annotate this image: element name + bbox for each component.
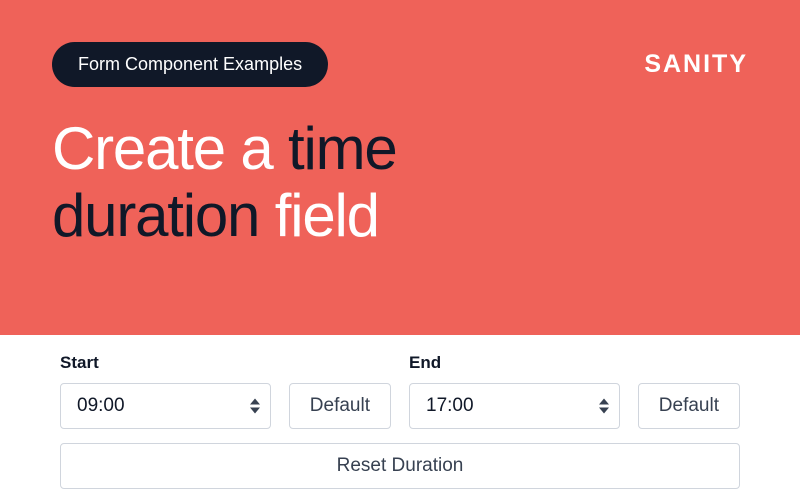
category-pill-text: Form Component Examples — [78, 54, 302, 74]
brand-logo: SANITY — [644, 50, 748, 79]
duration-row: Start 09:00 Default End 17:00 — [60, 353, 740, 429]
end-field: End 17:00 — [409, 353, 620, 429]
end-default-button[interactable]: Default — [638, 383, 740, 429]
headline-word-1: Create a — [52, 115, 273, 182]
headline-word-2: time — [288, 115, 397, 182]
end-value: 17:00 — [426, 395, 474, 417]
headline-word-4: field — [275, 182, 379, 249]
form-panel: Start 09:00 Default End 17:00 — [0, 335, 800, 489]
start-value: 09:00 — [77, 395, 125, 417]
end-default-label: Default — [659, 395, 719, 417]
reset-duration-button[interactable]: Reset Duration — [60, 443, 740, 489]
start-default-button[interactable]: Default — [289, 383, 391, 429]
end-input[interactable]: 17:00 — [409, 383, 620, 429]
hero-banner: Form Component Examples Create a time du… — [0, 0, 800, 335]
stepper-icon[interactable] — [250, 399, 260, 414]
start-label: Start — [60, 353, 271, 373]
end-label: End — [409, 353, 620, 373]
brand-name: SANITY — [644, 50, 748, 79]
headline-word-3: duration — [52, 182, 259, 249]
reset-duration-label: Reset Duration — [337, 455, 464, 477]
stepper-icon[interactable] — [599, 399, 609, 414]
start-field: Start 09:00 — [60, 353, 271, 429]
start-default-label: Default — [310, 395, 370, 417]
reset-row: Reset Duration — [60, 443, 740, 489]
category-pill: Form Component Examples — [52, 42, 328, 87]
start-input[interactable]: 09:00 — [60, 383, 271, 429]
page-title: Create a time duration field — [52, 115, 748, 249]
